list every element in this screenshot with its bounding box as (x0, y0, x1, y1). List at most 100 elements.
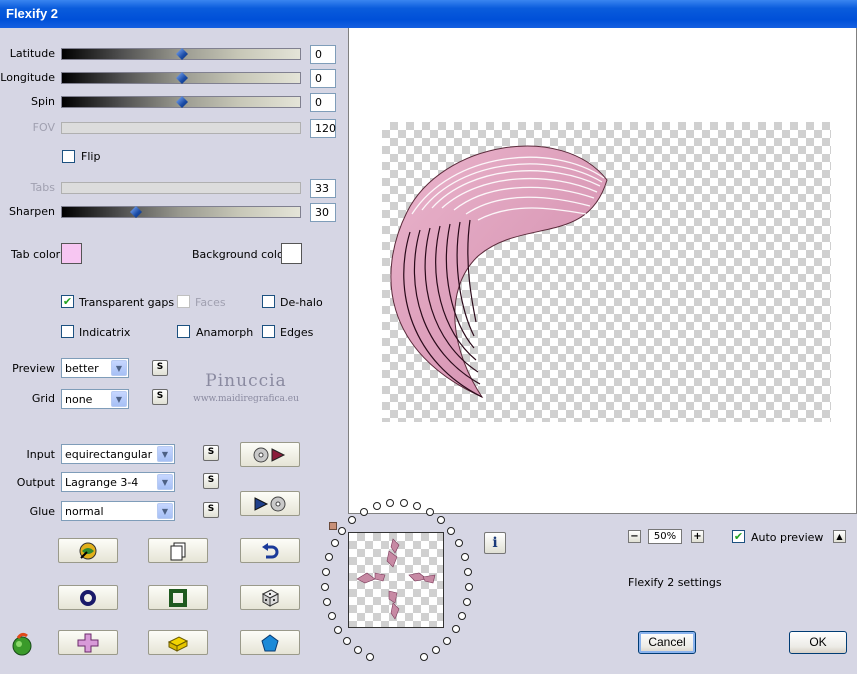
dial-dot[interactable] (442, 636, 451, 645)
navigator-shape (356, 538, 436, 620)
input-projection-select[interactable]: equirectangular ▼ (61, 444, 175, 464)
pentagon-button[interactable] (240, 630, 300, 655)
preview-quality-select[interactable]: better ▼ (61, 358, 129, 378)
cross-button[interactable] (58, 630, 118, 655)
dial-dot[interactable] (321, 567, 330, 576)
dial-dot[interactable] (366, 653, 375, 662)
indicatrix-label: Indicatrix (79, 326, 131, 339)
fov-field[interactable]: 120 (310, 119, 336, 138)
anamorph-checkbox[interactable] (177, 325, 190, 338)
dial-dot[interactable] (462, 597, 471, 606)
longitude-field[interactable]: 0 (310, 69, 336, 88)
dial-dot[interactable] (464, 582, 473, 591)
dial-dot[interactable] (354, 646, 363, 655)
copy-button[interactable] (148, 538, 208, 563)
dial-dot[interactable] (343, 637, 352, 646)
dial-dot[interactable] (330, 539, 339, 548)
dial-dot[interactable] (348, 516, 357, 525)
longitude-slider[interactable] (61, 72, 301, 84)
spin-slider[interactable] (61, 96, 301, 108)
input-s-button[interactable]: S (203, 445, 219, 461)
navigator-thumbnail[interactable] (348, 532, 444, 628)
info-button[interactable]: i (484, 532, 506, 554)
dial-dot[interactable] (372, 502, 381, 511)
undo-icon (262, 542, 279, 558)
output-label: Output (16, 476, 55, 489)
undo-button[interactable] (240, 538, 300, 563)
brick-icon (167, 635, 189, 652)
latitude-thumb[interactable] (176, 48, 188, 60)
latitude-label: Latitude (9, 47, 55, 60)
dice-icon (261, 588, 280, 607)
ok-button[interactable]: OK (789, 631, 847, 654)
auto-preview-label: Auto preview (751, 531, 824, 544)
randomize-globe-button[interactable] (58, 538, 118, 563)
flip-checkbox[interactable] (62, 150, 75, 163)
cancel-button[interactable]: Cancel (638, 631, 696, 654)
transparent-gaps-checkbox[interactable]: ✔ (61, 295, 74, 308)
dial-dot[interactable] (327, 612, 336, 621)
collapse-arrow-button[interactable]: ▲ (833, 530, 846, 543)
dial-dot[interactable] (464, 567, 473, 576)
spin-field[interactable]: 0 (310, 93, 336, 112)
dial-dot[interactable] (447, 526, 456, 535)
circle-button[interactable] (58, 585, 118, 610)
sharpen-field[interactable]: 30 (310, 203, 336, 222)
faces-checkbox[interactable] (177, 295, 190, 308)
sharpen-slider[interactable] (61, 206, 301, 218)
sharpen-thumb[interactable] (130, 206, 142, 218)
dial-dot[interactable] (451, 625, 460, 634)
dial-dot[interactable] (359, 507, 368, 516)
watermark-title: Pinuccia (205, 371, 287, 391)
tabs-field[interactable]: 33 (310, 179, 336, 198)
latitude-slider[interactable] (61, 48, 301, 60)
dial-dot[interactable] (334, 625, 343, 634)
spin-thumb[interactable] (176, 96, 188, 108)
dial-dot[interactable] (338, 526, 347, 535)
preview-pane[interactable] (348, 28, 857, 514)
glue-select[interactable]: normal ▼ (61, 501, 175, 521)
chevron-down-icon: ▼ (111, 360, 127, 376)
square-button[interactable] (148, 585, 208, 610)
dial-dot[interactable] (455, 539, 464, 547)
window-title: Flexify 2 (6, 6, 59, 21)
dial-dot[interactable] (321, 583, 330, 592)
fov-label: FOV (32, 121, 55, 134)
auto-preview-checkbox[interactable]: ✔ (732, 530, 745, 543)
output-s-button[interactable]: S (203, 473, 219, 489)
flip-label: Flip (81, 150, 101, 163)
chevron-down-icon: ▼ (111, 391, 127, 407)
glue-s-button[interactable]: S (203, 502, 219, 518)
dialog-body: Latitude 0 Longitude 0 Spin 0 FOV 120 Fl… (0, 28, 857, 674)
random-dice-button[interactable] (240, 585, 300, 610)
grid-select[interactable]: none ▼ (61, 389, 129, 409)
dial-dot[interactable] (425, 507, 434, 516)
latitude-field[interactable]: 0 (310, 45, 336, 64)
zoom-out-button[interactable]: − (628, 530, 641, 543)
edges-checkbox[interactable] (262, 325, 275, 338)
dial-dot[interactable] (431, 646, 440, 655)
grid-s-button[interactable]: S (152, 389, 168, 405)
flexify-logo-icon[interactable] (10, 632, 34, 656)
dial-dot[interactable] (419, 653, 428, 662)
load-input-button[interactable] (240, 442, 300, 467)
chevron-down-icon: ▼ (157, 503, 173, 519)
indicatrix-checkbox[interactable] (61, 325, 74, 338)
navigator-handle[interactable] (329, 522, 337, 530)
load-output-button[interactable] (240, 491, 300, 516)
dial-dot[interactable] (461, 552, 470, 561)
tab-color-swatch[interactable] (61, 243, 82, 264)
grid-value: none (65, 393, 93, 406)
square-icon (169, 588, 187, 607)
brick-button[interactable] (148, 630, 208, 655)
background-color-swatch[interactable] (281, 243, 302, 264)
output-projection-select[interactable]: Lagrange 3-4 ▼ (61, 472, 175, 492)
dial-dot[interactable] (323, 598, 332, 607)
dial-dot[interactable] (458, 612, 467, 621)
dial-dot[interactable] (437, 516, 446, 525)
longitude-thumb[interactable] (176, 72, 188, 84)
preview-s-button[interactable]: S (152, 360, 168, 376)
dial-dot[interactable] (324, 553, 333, 561)
de-halo-checkbox[interactable] (262, 295, 275, 308)
zoom-in-button[interactable]: + (691, 530, 704, 543)
